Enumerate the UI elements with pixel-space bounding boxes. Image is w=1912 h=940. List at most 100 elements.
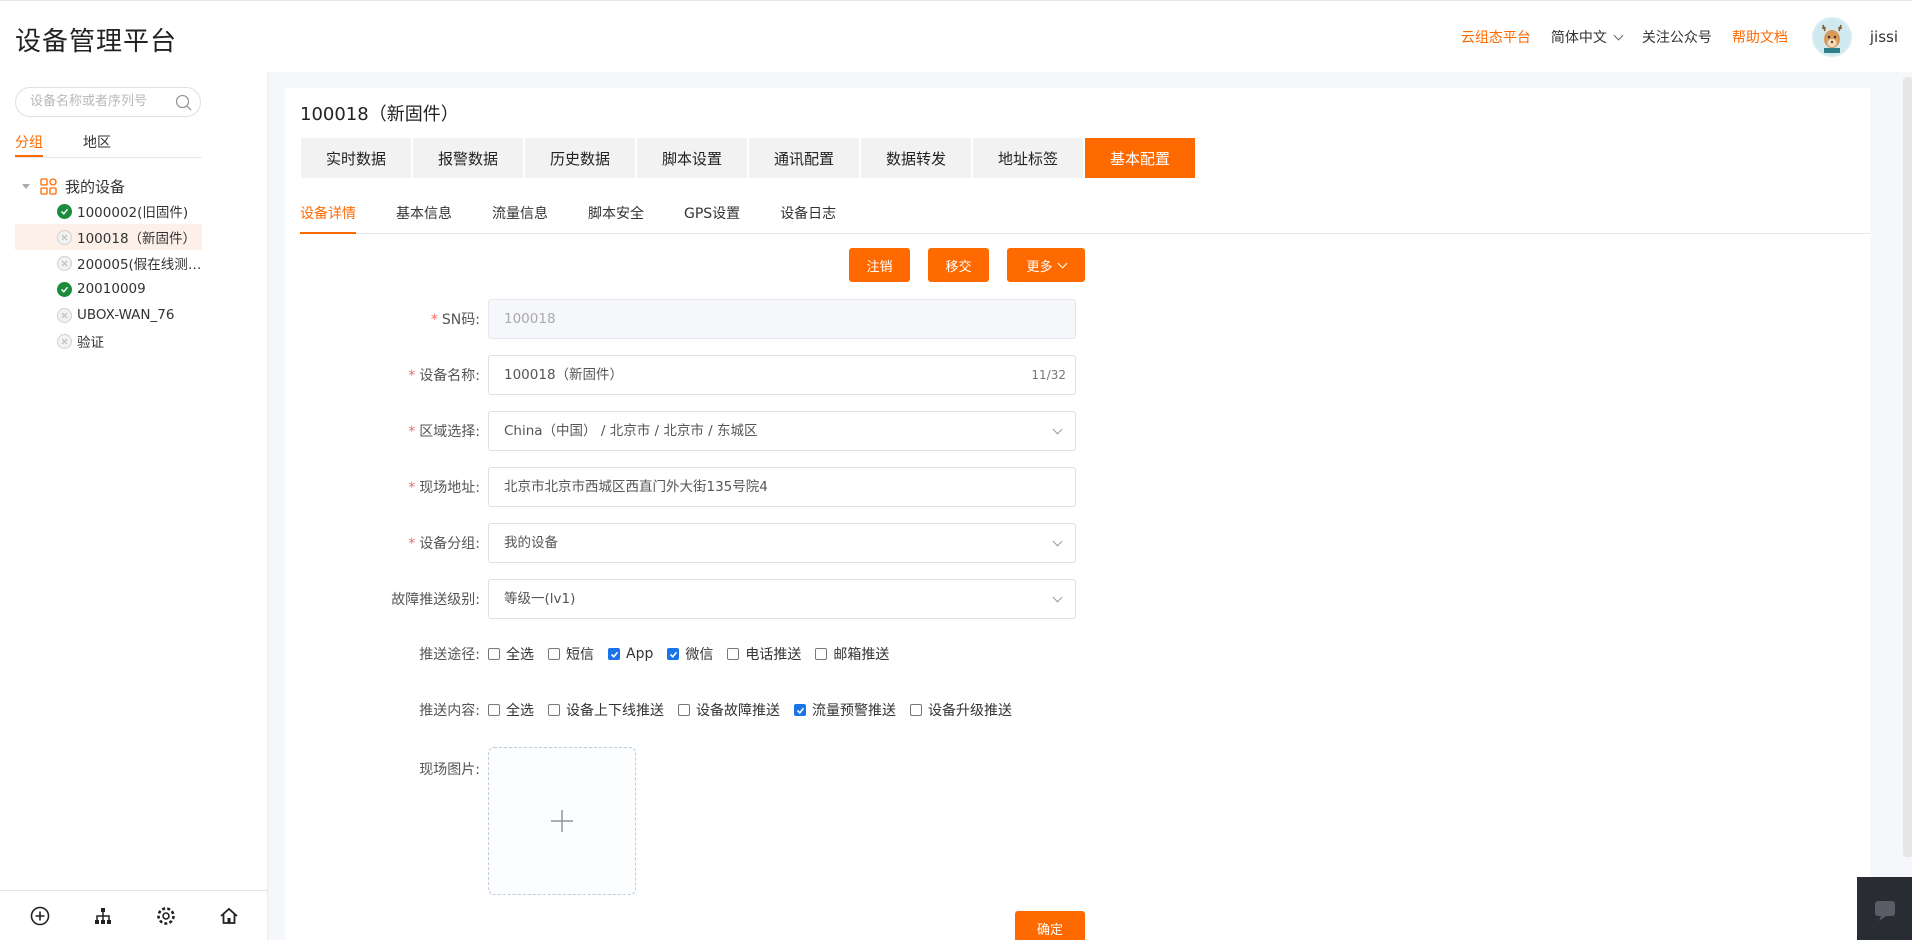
help-docs-link[interactable]: 帮助文档 (1732, 27, 1788, 47)
checkbox-unchecked[interactable] (815, 648, 828, 660)
avatar[interactable] (1811, 17, 1852, 57)
tab-history-data[interactable]: 历史数据 (525, 138, 635, 178)
device-item[interactable]: UBOX-WAN_76 (15, 302, 202, 328)
tab-data-forward[interactable]: 数据转发 (861, 138, 971, 178)
checkbox-unchecked[interactable] (910, 704, 922, 716)
sub-tabs: 设备详情 基本信息 流量信息 脚本安全 GPS设置 设备日志 (300, 203, 1870, 234)
checkbox-option[interactable]: 设备故障推送 (678, 700, 780, 720)
checkbox-label: App (626, 646, 654, 662)
subtab-basic-info[interactable]: 基本信息 (396, 203, 452, 234)
language-select[interactable]: 简体中文 (1551, 27, 1624, 47)
photo-upload[interactable] (488, 747, 636, 895)
group-select[interactable]: 我的设备 (488, 523, 1076, 563)
checkbox-option[interactable]: 全选 (488, 700, 534, 720)
group-label: * 设备分组: (408, 536, 480, 552)
address-row: * 现场地址: 北京市北京市西城区西直门外大街135号院4 (300, 467, 1076, 507)
checkbox-option[interactable]: App (608, 646, 653, 662)
subtab-device-detail[interactable]: 设备详情 (300, 203, 356, 234)
subtab-script-security[interactable]: 脚本安全 (588, 203, 644, 234)
fault-level-row: 故障推送级别: 等级一(lv1) (300, 579, 1076, 619)
checkbox-unchecked[interactable] (678, 704, 690, 716)
offline-x-icon (57, 307, 72, 323)
checkbox-option[interactable]: 全选 (488, 644, 534, 664)
tab-address-tags[interactable]: 地址标签 (973, 138, 1083, 178)
tab-comm-config[interactable]: 通讯配置 (749, 138, 859, 178)
confirm-button[interactable]: 确定 (1015, 911, 1085, 940)
checkbox-option[interactable]: 微信 (667, 644, 713, 664)
checkbox-option[interactable]: 短信 (548, 644, 594, 664)
subtab-traffic-info[interactable]: 流量信息 (492, 203, 548, 234)
checkbox-unchecked[interactable] (488, 704, 500, 716)
checkbox-option[interactable]: 设备升级推送 (910, 700, 1012, 720)
checkbox-checked[interactable] (794, 704, 806, 716)
fault-level-select[interactable]: 等级一(lv1) (488, 579, 1076, 619)
device-item[interactable]: 20010009 (15, 276, 202, 302)
region-select[interactable]: China（中国） / 北京市 / 北京市 / 东城区 (488, 411, 1076, 451)
sn-field: 100018 (488, 299, 1076, 339)
checkbox-option[interactable]: 邮箱推送 (815, 644, 889, 664)
action-buttons: 注销 移交 更多 (849, 248, 1085, 282)
sn-row: * SN码: 100018 (300, 299, 1076, 339)
device-item[interactable]: 200005(假在线测试) (15, 250, 202, 276)
checkbox-unchecked[interactable] (548, 704, 560, 716)
checkbox-unchecked[interactable] (727, 648, 740, 660)
org-structure-icon[interactable] (90, 903, 116, 929)
checkbox-option[interactable]: 设备上下线推送 (548, 700, 664, 720)
tab-realtime-data[interactable]: 实时数据 (301, 138, 411, 178)
chat-icon (1874, 900, 1895, 921)
tab-basic-config[interactable]: 基本配置 (1085, 138, 1195, 178)
username[interactable]: jissi (1870, 28, 1898, 46)
cloud-platform-link[interactable]: 云组态平台 (1461, 27, 1531, 47)
sn-label: * SN码: (430, 312, 480, 328)
tab-alarm-data[interactable]: 报警数据 (413, 138, 523, 178)
settings-gear-icon[interactable] (153, 903, 179, 929)
tab-group[interactable]: 分组 (15, 132, 43, 157)
search-icon[interactable] (175, 94, 192, 122)
home-icon[interactable] (216, 903, 242, 929)
header-nav: 云组态平台 简体中文 关注公众号 帮助文档 jissi (1461, 1, 1912, 73)
checkbox-unchecked[interactable] (548, 648, 560, 660)
floating-widget[interactable] (1857, 877, 1912, 940)
group-row: * 设备分组: 我的设备 (300, 523, 1076, 563)
subtab-gps-settings[interactable]: GPS设置 (684, 203, 740, 234)
tree-root-my-devices[interactable]: 我的设备 (15, 174, 202, 198)
checkbox-checked[interactable] (608, 648, 620, 660)
checkbox-option[interactable]: 电话推送 (727, 644, 801, 664)
device-name-input[interactable]: 100018（新固件） 11/32 (488, 355, 1076, 395)
device-label: 100018（新固件） (77, 231, 197, 247)
deer-avatar-icon (1813, 19, 1850, 55)
checkbox-label: 短信 (566, 647, 594, 663)
group-value: 我的设备 (504, 535, 558, 551)
checkbox-option[interactable]: 流量预警推送 (794, 700, 896, 720)
offline-x-icon (57, 255, 72, 271)
subtab-device-log[interactable]: 设备日志 (780, 203, 836, 234)
caret-down-icon[interactable] (22, 183, 30, 189)
address-label: * 现场地址: (408, 480, 480, 496)
app-title: 设备管理平台 (15, 27, 178, 57)
plus-icon (551, 810, 573, 832)
push-channel-label: 推送途径: (419, 647, 480, 663)
device-item[interactable]: 1000002(旧固件) (15, 198, 202, 224)
add-circle-icon[interactable] (27, 903, 53, 929)
region-row: * 区域选择: China（中国） / 北京市 / 北京市 / 东城区 (300, 411, 1076, 451)
transfer-button[interactable]: 移交 (928, 248, 989, 282)
tab-region[interactable]: 地区 (83, 132, 151, 157)
more-button[interactable]: 更多 (1007, 248, 1085, 282)
region-label: * 区域选择: (408, 424, 480, 440)
device-item[interactable]: 100018（新固件） (15, 224, 202, 250)
page-scrollbar[interactable] (1903, 77, 1912, 857)
sidebar-tabs: 分组 地区 (15, 132, 202, 158)
checkbox-label: 微信 (685, 647, 714, 663)
tab-script-settings[interactable]: 脚本设置 (637, 138, 747, 178)
address-input[interactable]: 北京市北京市西城区西直门外大街135号院4 (488, 467, 1076, 507)
checkbox-unchecked[interactable] (488, 648, 500, 660)
follow-account-link[interactable]: 关注公众号 (1642, 27, 1712, 47)
device-item[interactable]: 验证 (15, 328, 202, 354)
search-placeholder: 设备名称或者序列号 (30, 94, 148, 109)
photo-row: 现场图片: (300, 747, 636, 895)
checkbox-label: 设备上下线推送 (566, 703, 664, 719)
device-search-input[interactable]: 设备名称或者序列号 (15, 87, 201, 117)
deregister-button[interactable]: 注销 (849, 248, 910, 282)
checkbox-checked[interactable] (667, 648, 680, 660)
device-name-label: * 设备名称: (408, 368, 480, 384)
